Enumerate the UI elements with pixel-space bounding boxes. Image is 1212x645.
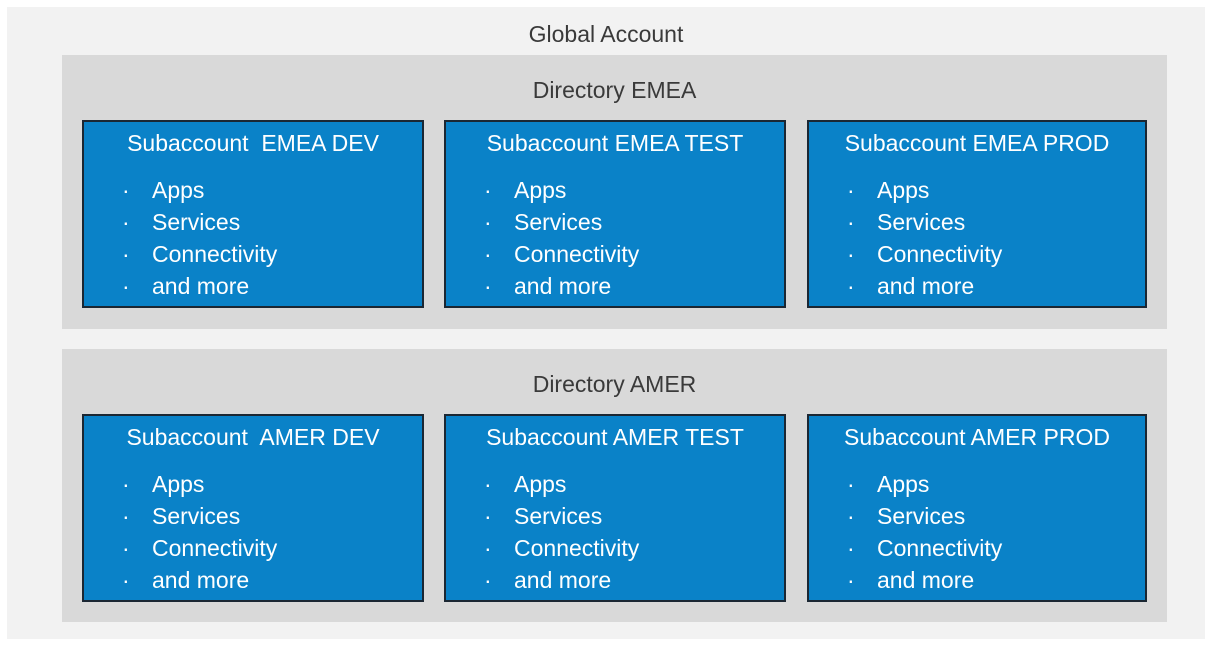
list-item: Connectivity <box>484 532 639 564</box>
subaccount-item-list: Apps Services Connectivity and more <box>484 468 639 596</box>
list-item: Services <box>484 206 639 238</box>
subaccount-emea-prod: Subaccount EMEA PROD Apps Services Conne… <box>807 120 1147 308</box>
subaccount-amer-test: Subaccount AMER TEST Apps Services Conne… <box>444 414 786 602</box>
list-item: Apps <box>122 468 277 500</box>
list-item: and more <box>484 564 639 596</box>
subaccount-amer-prod: Subaccount AMER PROD Apps Services Conne… <box>807 414 1147 602</box>
list-item: Apps <box>484 468 639 500</box>
list-item: and more <box>847 564 1002 596</box>
list-item: Services <box>484 500 639 532</box>
list-item: Apps <box>484 174 639 206</box>
subaccount-item-list: Apps Services Connectivity and more <box>122 468 277 596</box>
directory-amer: Directory AMER Subaccount AMER DEV Apps … <box>62 349 1167 622</box>
list-item: and more <box>484 270 639 302</box>
subaccount-item-list: Apps Services Connectivity and more <box>484 174 639 302</box>
list-item: Services <box>847 500 1002 532</box>
subaccount-title: Subaccount AMER PROD <box>844 424 1110 450</box>
directory-emea: Directory EMEA Subaccount EMEA DEV Apps … <box>62 55 1167 329</box>
list-item: Connectivity <box>847 238 1002 270</box>
subaccount-emea-test: Subaccount EMEA TEST Apps Services Conne… <box>444 120 786 308</box>
subaccount-title: Subaccount AMER DEV <box>126 424 380 450</box>
list-item: Connectivity <box>122 238 277 270</box>
subaccount-title: Subaccount AMER TEST <box>486 424 744 450</box>
global-account-title: Global Account <box>528 21 684 47</box>
list-item: Services <box>847 206 1002 238</box>
subaccount-amer-dev: Subaccount AMER DEV Apps Services Connec… <box>82 414 424 602</box>
subaccount-emea-dev: Subaccount EMEA DEV Apps Services Connec… <box>82 120 424 308</box>
directory-title: Directory EMEA <box>532 77 697 103</box>
list-item: Services <box>122 500 277 532</box>
subaccount-item-list: Apps Services Connectivity and more <box>122 174 277 302</box>
list-item: Apps <box>847 468 1002 500</box>
subaccount-item-list: Apps Services Connectivity and more <box>847 174 1002 302</box>
list-item: Connectivity <box>122 532 277 564</box>
list-item: Apps <box>122 174 277 206</box>
list-item: Connectivity <box>484 238 639 270</box>
list-item: Apps <box>847 174 1002 206</box>
list-item: and more <box>122 270 277 302</box>
subaccount-title: Subaccount EMEA PROD <box>844 130 1110 156</box>
global-account-box: Global Account Directory EMEA Subaccount… <box>7 7 1205 639</box>
list-item: and more <box>847 270 1002 302</box>
list-item: Services <box>122 206 277 238</box>
list-item: Connectivity <box>847 532 1002 564</box>
directory-title: Directory AMER <box>532 371 697 397</box>
subaccount-title: Subaccount EMEA DEV <box>127 130 379 156</box>
subaccount-item-list: Apps Services Connectivity and more <box>847 468 1002 596</box>
list-item: and more <box>122 564 277 596</box>
subaccount-title: Subaccount EMEA TEST <box>486 130 744 156</box>
